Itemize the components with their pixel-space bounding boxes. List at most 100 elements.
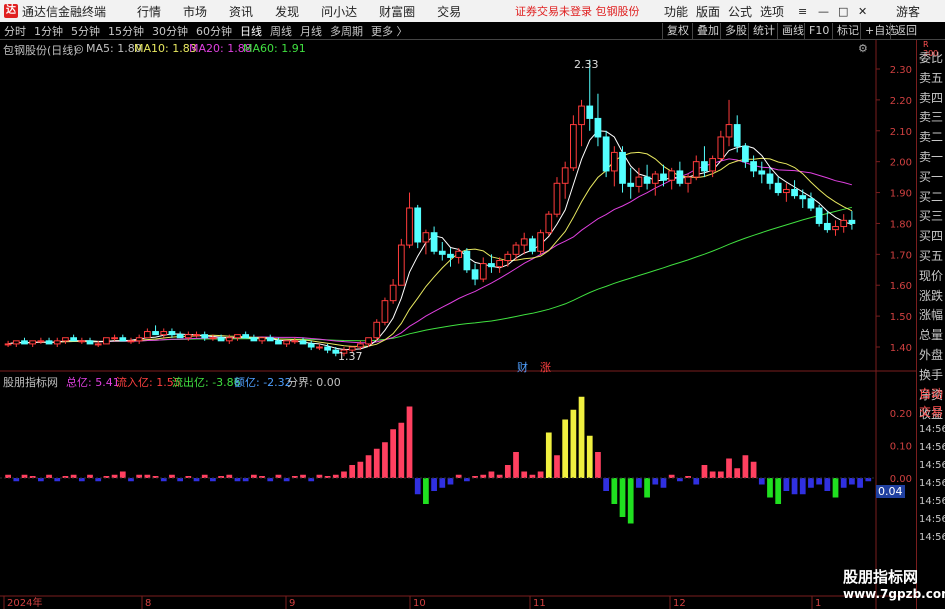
maximize-icon[interactable]: □ [838,5,848,18]
candle-body [143,331,151,339]
panel-item[interactable]: 买五 [919,247,943,264]
price-tick-label: 1.60 [890,281,912,292]
panel-item[interactable]: 交易 [919,403,943,420]
settings-icon[interactable]: ⚙ [858,42,868,55]
rise-marker[interactable]: 涨 [540,359,551,375]
title-bar: 达 通达信金融终端 行情 市场 资讯 发现 问小达 财富圈 交易 证券交易未登录… [0,0,945,22]
candle-body [201,334,209,339]
indicator-bar [504,465,511,478]
tab-5min[interactable]: 5分钟 [67,23,104,39]
menu-quotes[interactable]: 行情 [126,3,172,20]
candle-body [135,337,143,342]
guest-label[interactable]: 游客 [896,3,920,20]
tab-multi-period[interactable]: 多周期 [326,23,367,39]
multi-stock-button[interactable]: 多股 [720,23,751,39]
minimize-icon[interactable]: — [818,5,829,18]
login-notice[interactable]: 证券交易未登录 包钢股份 [515,3,640,19]
tab-more[interactable]: 更多 〉 [367,23,412,39]
indicator-bar [431,478,437,491]
candle-body [791,188,798,197]
menu-formula[interactable]: 公式 [728,3,752,20]
overlay-button[interactable]: 叠加 [692,23,723,39]
indicator-tick-label: 0.10 [890,442,912,453]
tab-15min[interactable]: 15分钟 [104,23,148,39]
candle-body [266,337,274,342]
panel-item[interactable]: 委比 [919,49,943,66]
panel-item[interactable]: 涨跌 [919,287,943,304]
finance-marker[interactable]: 财 [517,359,528,375]
back-button[interactable]: 返回 [890,23,921,39]
candle-body [78,340,86,343]
period-toolbar: 分时 1分钟 5分钟 15分钟 30分钟 60分钟 日线 周线 月线 多周期 更… [0,22,945,40]
panel-item[interactable]: 卖一 [919,148,943,165]
panel-item[interactable]: 卖四 [919,89,943,106]
tab-30min[interactable]: 30分钟 [148,23,192,39]
candle-body [397,244,405,286]
panel-item[interactable]: 买一 [919,168,943,185]
candle-body [45,340,53,345]
panel-item[interactable]: 换手 [919,366,943,383]
close-icon[interactable]: ✕ [858,5,867,18]
indicator-bar [791,478,798,495]
panel-item[interactable]: 涨幅 [919,306,943,323]
candle-body [529,238,536,252]
menu-function[interactable]: 功能 [664,3,688,20]
ma-toggle-icon[interactable]: ◎ [74,42,84,55]
indicator-bar [349,465,356,478]
indicator-title[interactable]: 股朋指标网 [3,374,58,390]
x-tick-label: 11 [533,598,546,609]
menu-news[interactable]: 资讯 [218,3,264,20]
indicator-bar [767,478,773,498]
price-tick-label: 1.80 [890,219,912,230]
candle-body [561,167,569,184]
candle-body [29,340,37,345]
menu-market[interactable]: 市场 [172,3,218,20]
price-tick-label: 1.40 [890,343,912,354]
candle-body [701,161,708,172]
menu-ask-xiaoda[interactable]: 问小达 [310,3,368,20]
candle-body [537,232,544,252]
indicator-bar [439,478,446,488]
menu-layout[interactable]: 版面 [696,3,720,20]
indicator-bar [406,406,413,478]
indicator-bar [447,478,454,485]
f10-button[interactable]: F10 [804,23,833,39]
tab-weekly[interactable]: 周线 [266,23,296,39]
price-tick-label: 2.20 [890,96,912,107]
panel-item[interactable]: 自动 [919,385,943,402]
candle-body [660,173,667,181]
panel-item[interactable]: 现价 [919,267,943,284]
indicator-bar [652,478,659,485]
panel-item[interactable]: 外盘 [919,346,943,363]
menu-wealth-circle[interactable]: 财富圈 [368,3,426,20]
window-menu-icon[interactable]: ≡ [798,5,807,18]
panel-item[interactable]: 买三 [919,207,943,224]
panel-item[interactable]: 卖二 [919,128,943,145]
stats-button[interactable]: 统计 [748,23,779,39]
indicator-bar [586,435,593,478]
panel-item[interactable]: 总量 [919,326,943,343]
menu-options[interactable]: 选项 [760,3,784,20]
indicator-bar [693,478,700,485]
candle-body [176,334,184,339]
tab-60min[interactable]: 60分钟 [192,23,236,39]
panel-item[interactable]: 买四 [919,227,943,244]
panel-item[interactable]: 卖三 [919,108,943,125]
tab-monthly[interactable]: 月线 [296,23,326,39]
indicator-bar [537,471,544,478]
adjust-button[interactable]: 复权 [662,23,693,39]
menu-discover[interactable]: 发现 [264,3,310,20]
tab-daily[interactable]: 日线 [236,23,266,39]
tab-timeshare[interactable]: 分时 [0,23,30,39]
menu-trade[interactable]: 交易 [426,3,472,20]
panel-item[interactable]: 买二 [919,188,943,205]
mark-button[interactable]: 标记 [832,23,863,39]
panel-item[interactable]: 卖五 [919,69,943,86]
app-logo-icon: 达 [4,4,18,18]
indicator-bar [390,429,397,478]
tab-1min[interactable]: 1分钟 [30,23,67,39]
chart-canvas[interactable]: 2.30 2.20 2.10 2.00 1.90 1.80 1.70 1.60 1.50 1.40… [0,40,916,609]
candle-body [4,343,12,346]
candle-body [258,337,266,342]
candle-body [479,263,487,280]
